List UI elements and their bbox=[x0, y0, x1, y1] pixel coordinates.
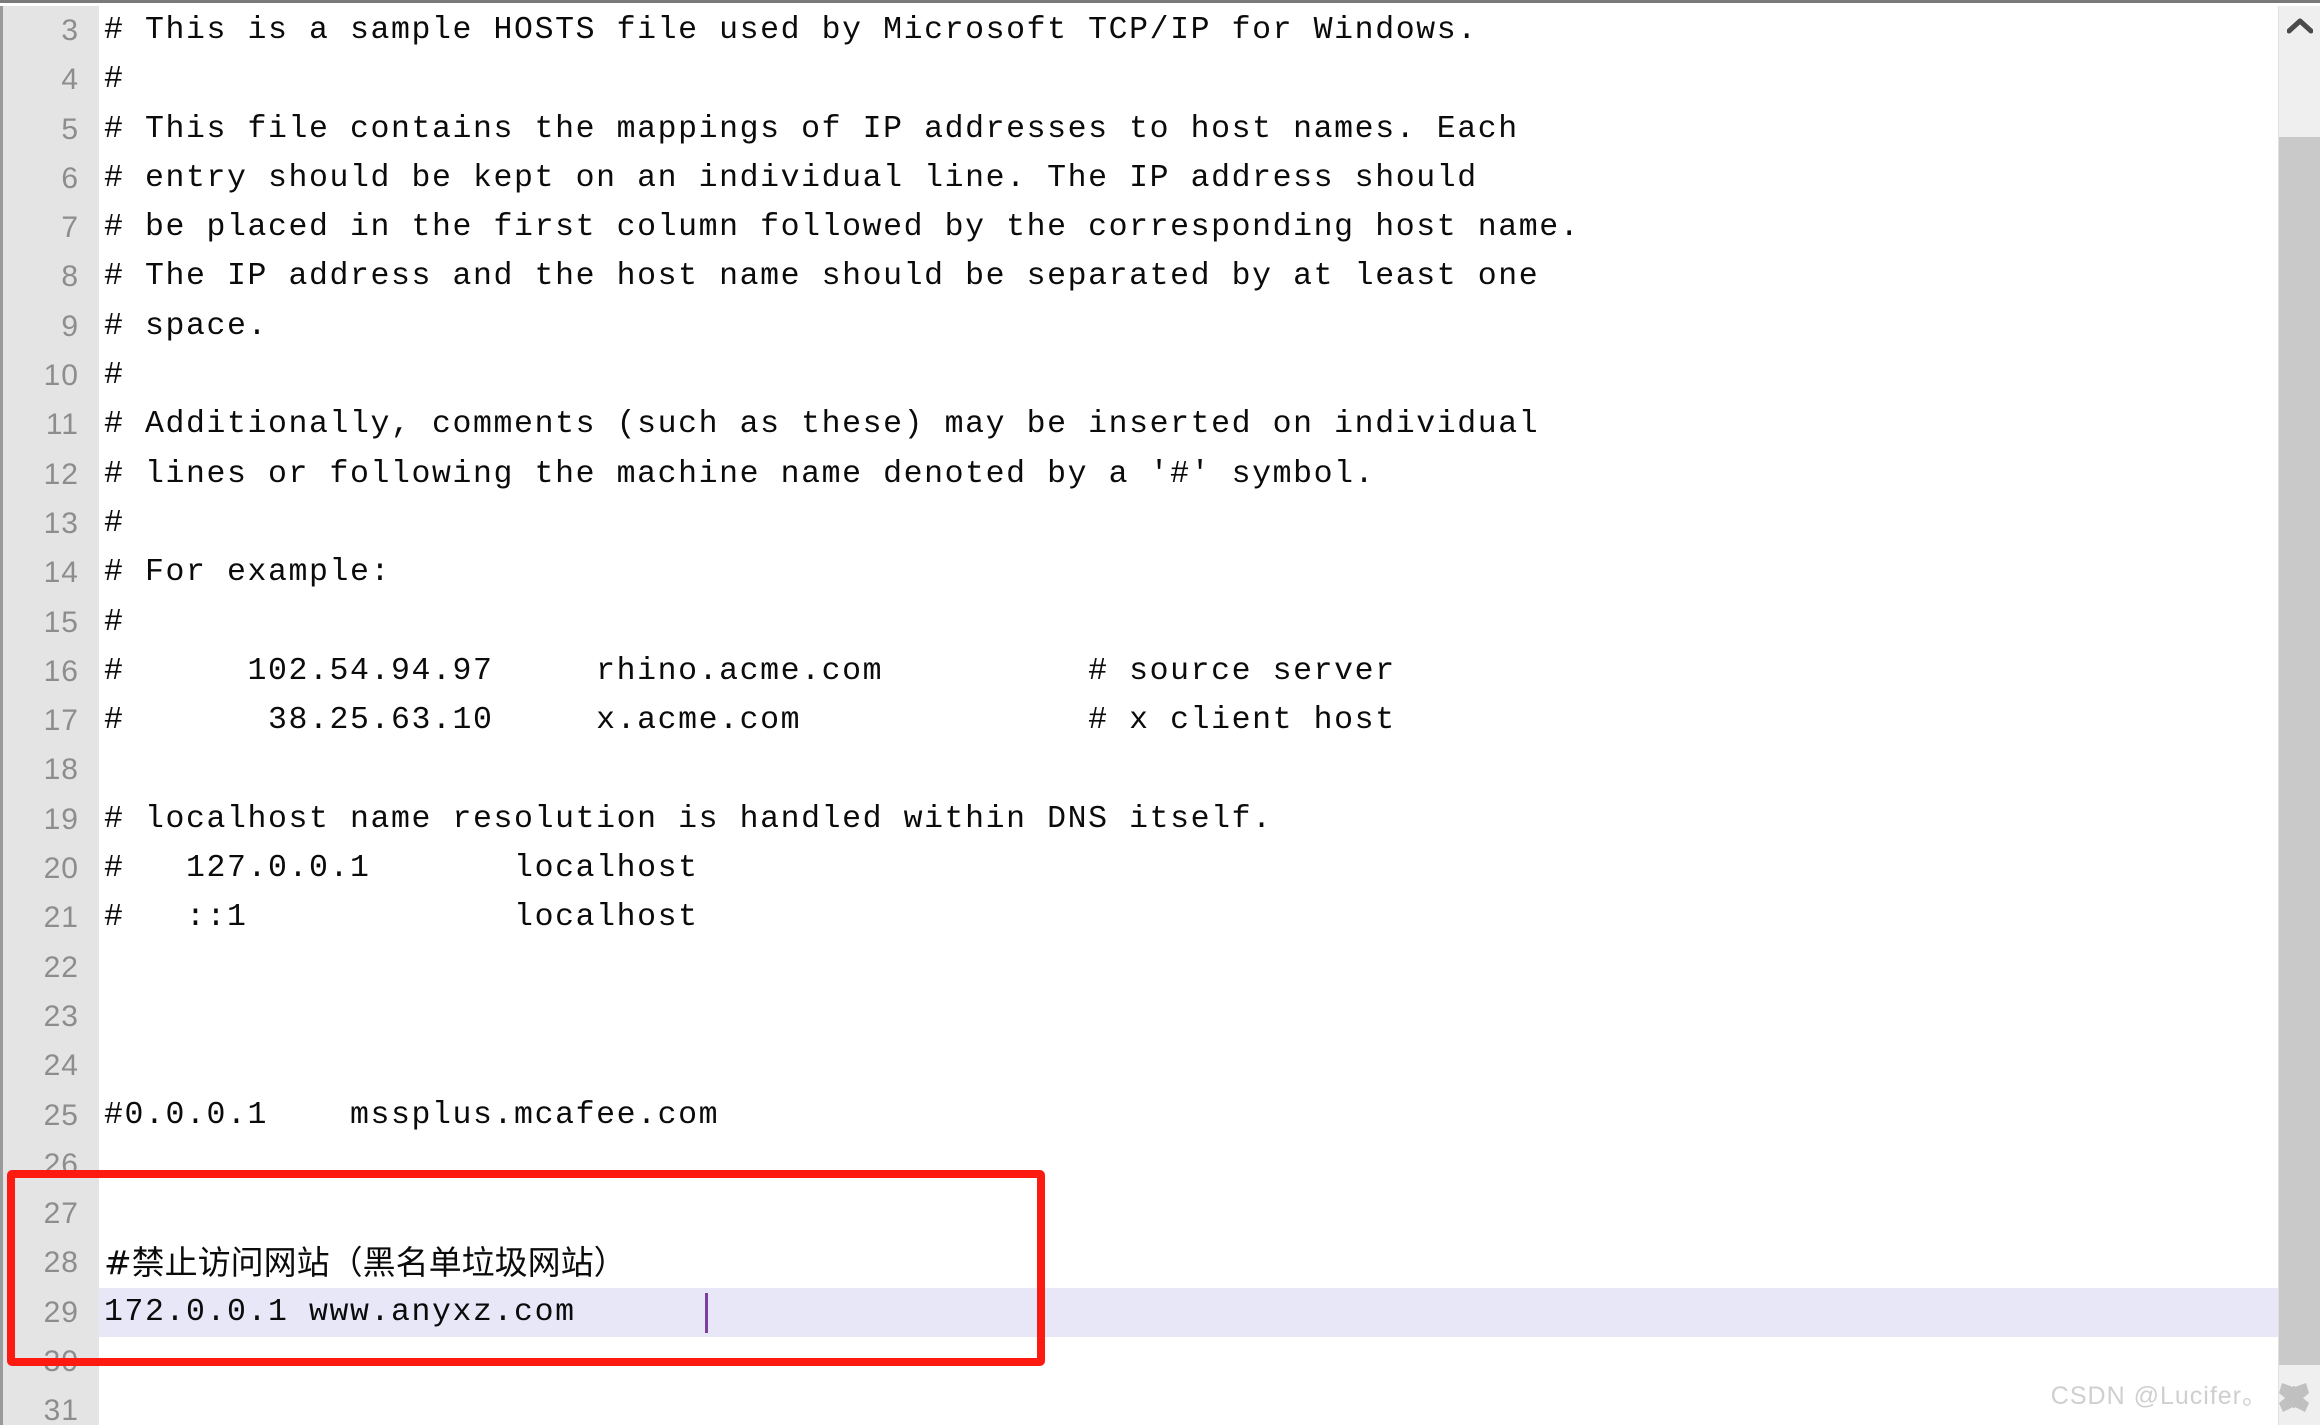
code-line[interactable]: 4 # bbox=[3, 55, 2278, 104]
code-line[interactable]: 12 # lines or following the machine name … bbox=[3, 450, 2278, 499]
line-number: 25 bbox=[43, 1098, 79, 1132]
line-text[interactable]: # space. bbox=[104, 302, 268, 351]
code-line[interactable]: 5 # This file contains the mappings of IP… bbox=[3, 105, 2278, 154]
line-number: 12 bbox=[43, 457, 79, 491]
chevron-up-icon bbox=[2286, 18, 2313, 34]
line-text[interactable]: 172.0.0.1 www.anyxz.com bbox=[104, 1288, 576, 1337]
line-number: 6 bbox=[61, 161, 79, 195]
line-number: 8 bbox=[61, 260, 79, 294]
code-line[interactable]: 11 # Additionally, comments (such as thes… bbox=[3, 400, 2278, 449]
line-text[interactable]: # bbox=[104, 351, 125, 400]
code-line[interactable]: 14 # For example: bbox=[3, 548, 2278, 597]
line-number: 18 bbox=[43, 753, 79, 787]
watermark-text: CSDN @Lucifer。 bbox=[2050, 1382, 2268, 1410]
line-text[interactable]: # For example: bbox=[104, 548, 391, 597]
line-number: 23 bbox=[43, 999, 79, 1033]
line-text[interactable]: # entry should be kept on an individual … bbox=[104, 154, 1478, 203]
line-number: 4 bbox=[61, 63, 79, 97]
line-text[interactable]: # localhost name resolution is handled w… bbox=[104, 795, 1273, 844]
code-line[interactable]: 24 bbox=[3, 1041, 2278, 1090]
line-number: 5 bbox=[61, 112, 79, 146]
code-editing-area[interactable]: 3 # This is a sample HOSTS file used by M… bbox=[3, 6, 2278, 1425]
line-number: 16 bbox=[43, 654, 79, 688]
line-text[interactable]: # The IP address and the host name shoul… bbox=[104, 252, 1539, 301]
line-text[interactable]: # 127.0.0.1 localhost bbox=[104, 844, 699, 893]
line-text[interactable]: # bbox=[104, 598, 125, 647]
line-number: 29 bbox=[43, 1295, 79, 1329]
code-line[interactable]: 18 bbox=[3, 745, 2278, 794]
line-text[interactable]: # 102.54.94.97 rhino.acme.com # source s… bbox=[104, 647, 1396, 696]
line-number: 11 bbox=[45, 408, 79, 442]
line-number: 19 bbox=[43, 802, 79, 836]
code-line[interactable]: 30 bbox=[3, 1337, 2278, 1386]
code-line[interactable]: 16 # 102.54.94.97 rhino.acme.com # source… bbox=[3, 647, 2278, 696]
code-line[interactable]: 8 # The IP address and the host name shou… bbox=[3, 252, 2278, 301]
scroll-up-button[interactable] bbox=[2279, 6, 2320, 46]
code-line[interactable]: 7 # be placed in the first column followe… bbox=[3, 203, 2278, 252]
code-line[interactable]: 13 # bbox=[3, 499, 2278, 548]
line-number: 21 bbox=[43, 901, 79, 935]
scrollbar-thumb[interactable] bbox=[2279, 137, 2320, 1365]
line-text[interactable]: # bbox=[104, 55, 125, 104]
line-text[interactable]: # 38.25.63.10 x.acme.com # x client host bbox=[104, 696, 1396, 745]
code-lines-container[interactable]: 3 # This is a sample HOSTS file used by M… bbox=[3, 6, 2278, 1425]
code-line[interactable]: 23 bbox=[3, 992, 2278, 1041]
code-line[interactable]: 15 # bbox=[3, 598, 2278, 647]
code-line[interactable]: 25 #0.0.0.1 mssplus.mcafee.com bbox=[3, 1091, 2278, 1140]
line-text[interactable]: # be placed in the first column followed… bbox=[104, 203, 1580, 252]
line-number: 14 bbox=[43, 556, 79, 590]
line-number: 15 bbox=[43, 605, 79, 639]
line-text[interactable]: # This file contains the mappings of IP … bbox=[104, 105, 1519, 154]
line-number: 7 bbox=[61, 211, 79, 245]
line-text[interactable]: # lines or following the machine name de… bbox=[104, 450, 1375, 499]
line-number: 3 bbox=[61, 14, 79, 47]
code-line[interactable]: 3 # This is a sample HOSTS file used by M… bbox=[3, 6, 2278, 55]
line-number: 20 bbox=[43, 852, 79, 886]
code-line[interactable]: 20 # 127.0.0.1 localhost bbox=[3, 844, 2278, 893]
text-editor-window: 3 # This is a sample HOSTS file used by M… bbox=[0, 0, 2320, 1425]
vertical-scrollbar[interactable] bbox=[2278, 6, 2320, 1425]
line-text[interactable]: # ::1 localhost bbox=[104, 893, 699, 942]
line-number: 22 bbox=[43, 950, 79, 984]
line-number: 28 bbox=[43, 1246, 79, 1280]
line-text[interactable]: # Additionally, comments (such as these)… bbox=[104, 400, 1539, 449]
line-number: 10 bbox=[43, 359, 79, 393]
line-text[interactable]: #0.0.0.1 mssplus.mcafee.com bbox=[104, 1091, 719, 1140]
code-line[interactable]: 31 bbox=[3, 1386, 2278, 1425]
code-line[interactable]: 22 bbox=[3, 943, 2278, 992]
code-line[interactable]: 28 #禁止访问网站（黑名单垃圾网站） bbox=[3, 1238, 2278, 1287]
code-line[interactable]: 21 # ::1 localhost bbox=[3, 893, 2278, 942]
code-line[interactable]: 26 bbox=[3, 1140, 2278, 1189]
code-line[interactable]: 9 # space. bbox=[3, 302, 2278, 351]
line-number: 24 bbox=[43, 1049, 79, 1083]
line-text[interactable]: # This is a sample HOSTS file used by Mi… bbox=[104, 6, 1478, 55]
code-line[interactable]: 6 # entry should be kept on an individual… bbox=[3, 154, 2278, 203]
code-line[interactable]: 17 # 38.25.63.10 x.acme.com # x client ho… bbox=[3, 696, 2278, 745]
line-number: 30 bbox=[43, 1345, 79, 1379]
code-line[interactable]: 19 # localhost name resolution is handled… bbox=[3, 795, 2278, 844]
code-line[interactable]: 10 # bbox=[3, 351, 2278, 400]
line-number: 13 bbox=[43, 506, 79, 540]
code-line[interactable]: 27 bbox=[3, 1189, 2278, 1238]
butterfly-logo-icon bbox=[2276, 1381, 2312, 1415]
line-number: 31 bbox=[43, 1394, 79, 1425]
text-caret bbox=[705, 1292, 709, 1333]
line-text[interactable]: #禁止访问网站（黑名单垃圾网站） bbox=[104, 1238, 627, 1287]
line-number: 27 bbox=[43, 1197, 79, 1231]
line-number: 17 bbox=[43, 704, 79, 738]
code-line[interactable]: 29 172.0.0.1 www.anyxz.com bbox=[3, 1287, 2278, 1338]
line-number: 26 bbox=[43, 1147, 79, 1181]
line-text[interactable]: # bbox=[104, 499, 125, 548]
line-number: 9 bbox=[61, 309, 79, 343]
